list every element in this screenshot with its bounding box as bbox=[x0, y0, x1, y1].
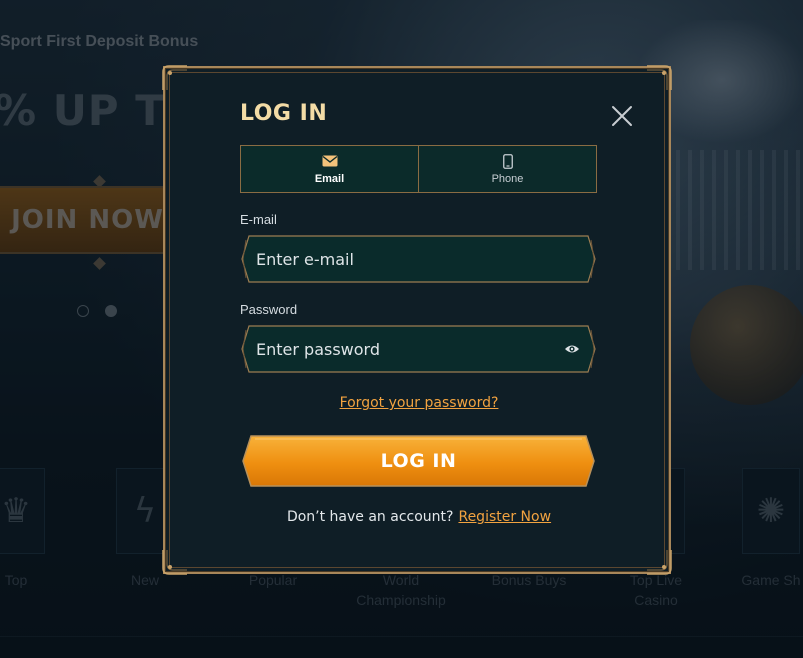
envelope-icon bbox=[322, 153, 338, 169]
forgot-password-link[interactable]: Forgot your password? bbox=[165, 395, 673, 411]
login-method-tabs: Email Phone bbox=[240, 145, 597, 193]
password-field-wrapper bbox=[241, 325, 596, 373]
register-prompt: Don’t have an account? bbox=[286, 509, 454, 525]
corner-ornament-icon bbox=[161, 64, 189, 92]
phone-icon bbox=[502, 153, 513, 169]
register-row: Don’t have an account? Register Now bbox=[165, 509, 673, 525]
corner-ornament-icon bbox=[645, 64, 673, 92]
password-field[interactable] bbox=[256, 325, 556, 373]
password-label: Password bbox=[240, 302, 298, 317]
modal-title: LOG IN bbox=[240, 101, 328, 126]
corner-ornament-icon bbox=[645, 548, 673, 576]
email-field[interactable] bbox=[256, 235, 556, 283]
close-button[interactable] bbox=[611, 105, 633, 127]
login-modal: LOG IN Email Phone E-mail Password bbox=[161, 64, 673, 576]
tab-phone[interactable]: Phone bbox=[418, 146, 596, 192]
email-field-wrapper bbox=[241, 235, 596, 283]
eye-icon[interactable] bbox=[564, 341, 580, 357]
tab-label: Phone bbox=[491, 173, 524, 185]
email-label: E-mail bbox=[240, 212, 277, 227]
tab-label: Email bbox=[314, 173, 345, 185]
login-button[interactable]: LOG IN bbox=[241, 434, 596, 488]
register-now-link[interactable]: Register Now bbox=[458, 509, 551, 525]
tab-email[interactable]: Email bbox=[241, 146, 418, 192]
login-button-label: LOG IN bbox=[380, 450, 457, 472]
close-icon bbox=[612, 106, 632, 126]
corner-ornament-icon bbox=[161, 548, 189, 576]
